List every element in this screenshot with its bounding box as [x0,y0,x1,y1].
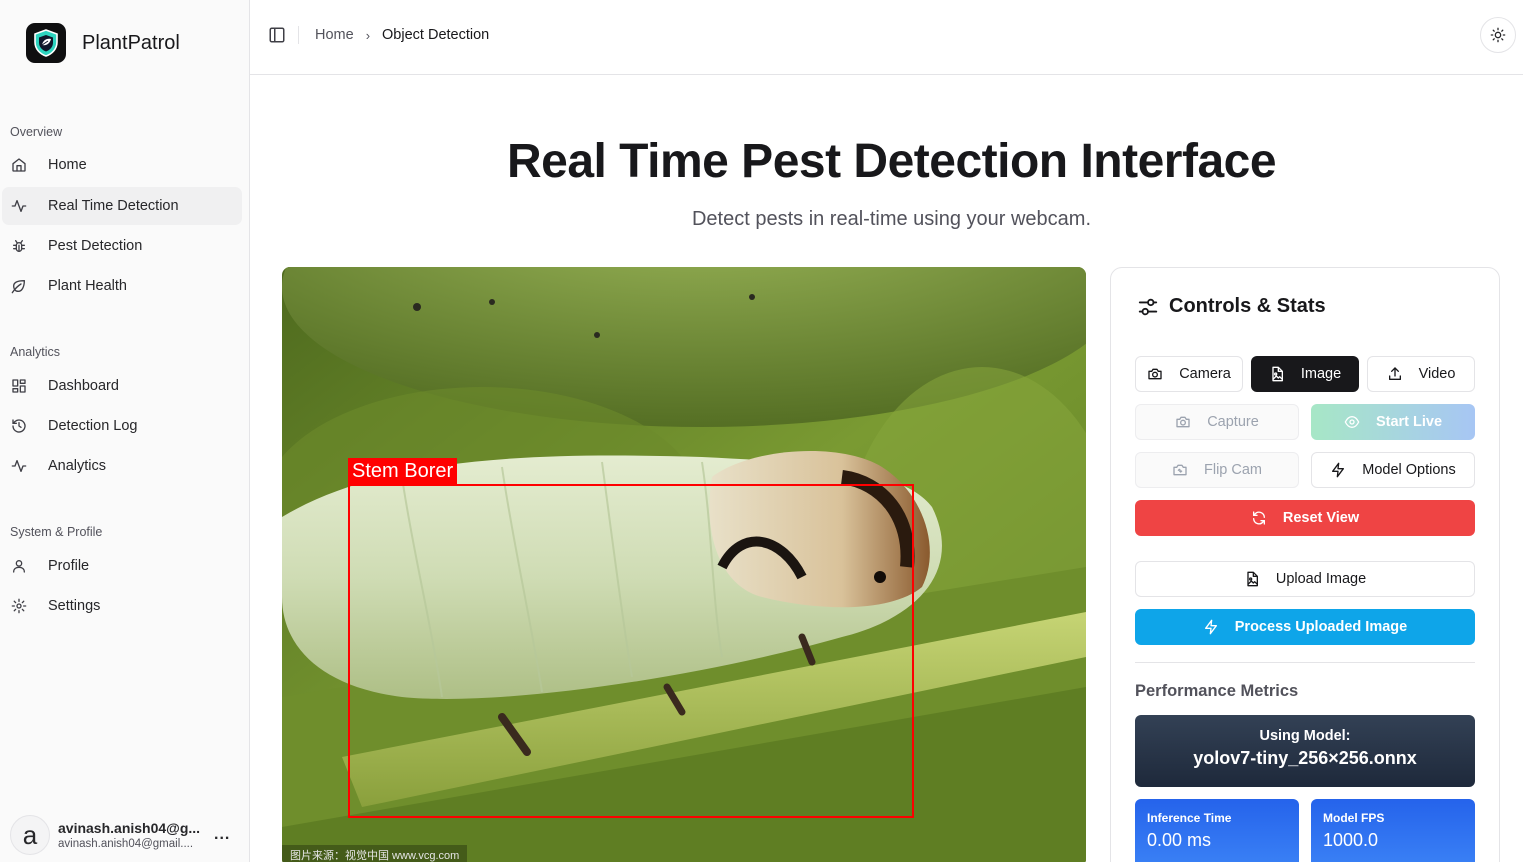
start-live-button[interactable]: Start Live [1311,404,1475,440]
sidebar-item-detection-log[interactable]: Detection Log [2,407,242,445]
button-label: Image [1300,366,1342,382]
card-title: Controls & Stats [1137,295,1326,318]
page-subtitle: Detect pests in real-time using your web… [691,208,1092,230]
zap-icon [1330,462,1346,478]
sidebar-item-profile[interactable]: Profile [2,547,242,585]
button-label: Camera [1179,366,1231,382]
sidebar-item-label: Dashboard [48,378,119,394]
model-info-box: Using Model: yolov7-tiny_256×256.onnx [1135,715,1475,787]
button-label: Flip Cam [1203,462,1262,478]
breadcrumb-home-link[interactable]: Home [315,27,354,43]
file-image-icon [1269,366,1285,382]
home-icon [10,156,28,174]
page-title: Real Time Pest Detection Interface [506,135,1277,188]
detection-image-panel: Stem Borer 图片来源：视觉中国 www.vcg.com [282,267,1086,862]
brand[interactable]: PlantPatrol [26,23,180,63]
zap-icon [1203,619,1219,635]
stat-value: 1000.0 [1323,830,1379,850]
sidebar-item-analytics[interactable]: Analytics [2,447,242,485]
video-mode-button[interactable]: Video [1367,356,1475,392]
sidebar-item-real-time-detection[interactable]: Real Time Detection [2,187,242,225]
model-options-button[interactable]: Model Options [1311,452,1475,488]
sidebar-item-label: Analytics [48,458,107,474]
camera-mode-button[interactable]: Camera [1135,356,1243,392]
sidebar-item-label: Home [48,157,87,173]
eye-icon [1344,414,1360,430]
model-value: yolov7-tiny_256×256.onnx [1193,748,1417,768]
button-label: Reset View [1282,510,1360,526]
activity-icon [10,197,28,215]
process-uploaded-image-button[interactable]: Process Uploaded Image [1135,609,1475,645]
switch-camera-icon [1172,462,1188,478]
sidebar-item-plant-health[interactable]: Plant Health [2,267,242,305]
button-label: Capture [1207,414,1259,430]
detection-label: Stem Borer [348,458,458,484]
stat-label: Inference Time [1147,811,1232,825]
upload-image-button[interactable]: Upload Image [1135,561,1475,597]
divider [1135,662,1475,663]
button-label: Model Options [1362,462,1456,478]
theme-toggle-button[interactable] [1480,17,1516,53]
stat-label: Model FPS [1323,811,1385,825]
nav-group-analytics: Analytics [10,345,61,359]
sidebar-item-dashboard[interactable]: Dashboard [2,367,242,405]
user-email: avinash.anish04@gmail.... [58,838,194,850]
refresh-icon [1251,510,1267,526]
flip-cam-button[interactable]: Flip Cam [1135,452,1299,488]
inference-time-stat: Inference Time 0.00 ms [1135,799,1299,862]
breadcrumb-current: Object Detection [382,27,490,43]
user-icon [10,557,28,575]
sidebar: PlantPatrol Overview Home Real Time Dete… [0,0,250,862]
leaf-icon [10,277,28,295]
capture-button[interactable]: Capture [1135,404,1299,440]
nav-group-system-profile: System & Profile [10,525,103,539]
image-watermark: 图片来源：视觉中国 www.vcg.com [282,845,468,862]
button-label: Upload Image [1275,571,1367,587]
button-label: Process Uploaded Image [1234,619,1408,635]
sidebar-item-label: Profile [48,558,90,574]
sliders-icon [1137,296,1159,318]
sidebar-item-label: Detection Log [48,418,138,434]
nav-group-overview: Overview [10,125,63,139]
reset-view-button[interactable]: Reset View [1135,500,1475,536]
sidebar-item-label: Settings [48,598,101,614]
upload-icon [1387,366,1403,382]
controls-stats-card: Controls & Stats Camera Image Video Capt… [1110,267,1500,862]
sidebar-item-settings[interactable]: Settings [2,587,242,625]
gear-icon [10,597,28,615]
top-header: Home › Object Detection [250,0,1523,75]
more-options-icon[interactable]: ... [214,826,230,844]
user-name: avinash.anish04@g... [58,820,201,836]
sidebar-item-home[interactable]: Home [2,146,242,184]
card-title-text: Controls & Stats [1169,295,1326,317]
sun-icon [1490,27,1506,43]
camera-icon [1147,366,1163,382]
user-menu[interactable]: a avinash.anish04@g... avinash.anish04@g… [10,814,240,856]
sidebar-item-label: Real Time Detection [48,198,179,214]
model-fps-stat: Model FPS 1000.0 [1311,799,1475,862]
detection-bounding-box [348,484,914,818]
sidebar-item-label: Plant Health [48,278,127,294]
performance-metrics-title: Performance Metrics [1135,682,1299,700]
sidebar-item-label: Pest Detection [48,238,143,254]
activity-icon [10,457,28,475]
avatar: a [10,815,50,855]
header-divider [298,26,299,44]
chevron-right-icon: › [365,27,371,43]
sidebar-toggle-icon[interactable] [268,26,286,44]
sidebar-item-pest-detection[interactable]: Pest Detection [2,227,242,265]
dashboard-icon [10,377,28,395]
button-label: Start Live [1375,414,1443,430]
shield-logo-icon [26,23,66,63]
button-label: Video [1418,366,1456,382]
file-image-icon [1244,571,1260,587]
stat-value: 0.00 ms [1147,830,1212,850]
breadcrumb: Home › Object Detection [315,27,489,43]
image-mode-button[interactable]: Image [1251,356,1359,392]
model-label: Using Model: [1259,728,1351,744]
bug-icon [10,237,28,255]
app-name: PlantPatrol [82,31,180,54]
history-icon [10,417,28,435]
camera-icon [1175,414,1191,430]
